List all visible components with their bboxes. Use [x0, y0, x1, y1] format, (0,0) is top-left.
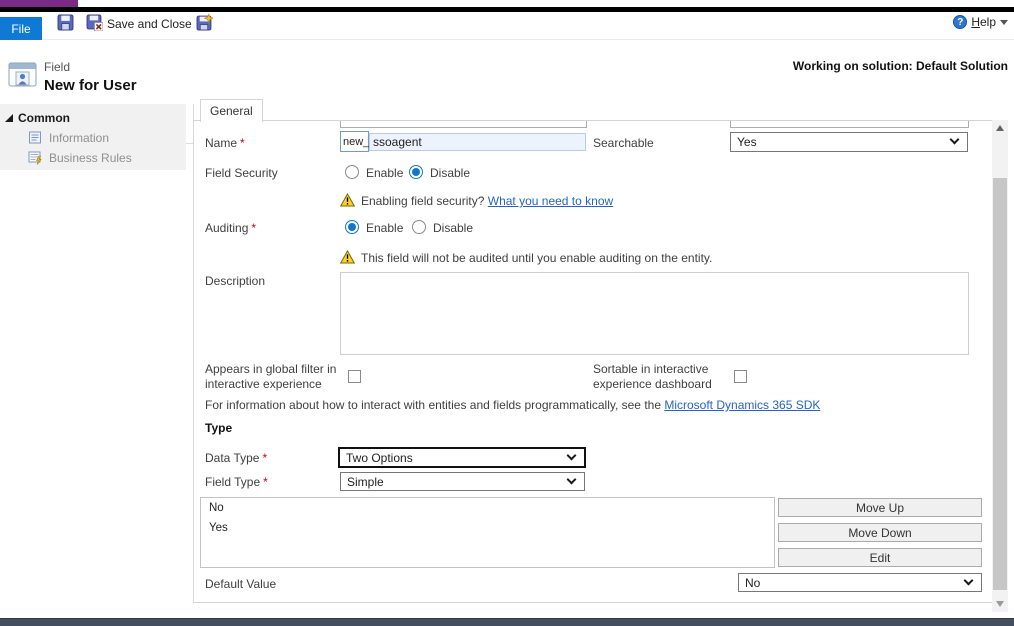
help-label: Help: [971, 15, 996, 29]
field-security-disable-label: Disable: [430, 166, 470, 180]
pane-bottom-border: [193, 602, 1008, 603]
chevron-down-icon: [950, 135, 960, 145]
warning-icon: [340, 250, 355, 264]
name-label: Name*: [205, 136, 245, 150]
sidebar-item-label: Business Rules: [49, 151, 132, 165]
scrollbar-thumb[interactable]: [993, 178, 1007, 590]
name-input[interactable]: [369, 133, 586, 151]
required-asterisk: *: [263, 475, 268, 489]
triangle-down-icon: [996, 601, 1004, 607]
vertical-scrollbar[interactable]: [992, 120, 1008, 612]
sidebar-item-information[interactable]: Information: [28, 130, 109, 145]
default-value-label: Default Value: [205, 577, 276, 591]
sortable-checkbox[interactable]: [734, 370, 747, 383]
save-and-new-icon[interactable]: [196, 14, 213, 31]
app-window: File Save and Close ? Help: [0, 0, 1014, 626]
pane-top-border: [193, 120, 992, 121]
save-and-close-icon[interactable]: [86, 14, 103, 31]
required-asterisk: *: [251, 221, 256, 235]
field-type-label: Field Type*: [205, 475, 268, 489]
global-filter-label: Appears in global filter in interactive …: [205, 362, 343, 392]
business-rules-icon: [28, 150, 43, 165]
auditing-enable-label: Enable: [366, 221, 403, 235]
page-title: New for User: [44, 77, 137, 94]
triangle-up-icon: [996, 125, 1004, 131]
name-prefix-box: new_: [340, 131, 369, 152]
page-header: Field New for User Working on solution: …: [0, 40, 1014, 103]
description-textarea[interactable]: [340, 272, 969, 355]
field-entity-icon: [8, 60, 38, 88]
auditing-disable-radio[interactable]: [412, 220, 426, 234]
information-icon: [28, 130, 43, 145]
auditing-disable-label: Disable: [433, 221, 473, 235]
help-menu[interactable]: ? Help: [953, 15, 1008, 29]
list-item[interactable]: No: [201, 498, 774, 518]
expanded-triangle-icon: [5, 114, 13, 122]
data-type-select[interactable]: Two Options: [338, 447, 586, 468]
required-asterisk: *: [262, 451, 267, 465]
ribbon-toolbar: File Save and Close ? Help: [0, 12, 1014, 40]
sidebar-section-label: Common: [18, 111, 70, 125]
searchable-select[interactable]: Yes: [730, 132, 968, 152]
edit-button[interactable]: Edit: [778, 548, 982, 567]
scrollbar-up-button[interactable]: [992, 120, 1008, 136]
searchable-label: Searchable: [593, 136, 654, 150]
data-type-label: Data Type*: [205, 451, 267, 465]
move-down-button[interactable]: Move Down: [778, 523, 982, 542]
sdk-info-text: For information about how to interact wi…: [205, 398, 820, 412]
field-type-select[interactable]: Simple: [340, 472, 585, 491]
chevron-down-icon: [1000, 20, 1008, 25]
save-icon[interactable]: [57, 14, 74, 31]
auditing-enable-radio[interactable]: [345, 220, 359, 234]
required-asterisk: *: [240, 136, 245, 150]
clipped-input[interactable]: [730, 120, 969, 128]
sortable-label: Sortable in interactive experience dashb…: [593, 362, 738, 392]
scrollbar-down-button[interactable]: [992, 596, 1008, 612]
field-security-enable-radio[interactable]: [345, 165, 359, 179]
warning-icon: [340, 193, 355, 207]
entity-type-label: Field: [44, 60, 70, 74]
chevron-down-icon: [964, 575, 974, 585]
sidebar-item-business-rules[interactable]: Business Rules: [28, 150, 132, 165]
tab-general[interactable]: General: [200, 99, 263, 122]
dynamics-sdk-link[interactable]: Microsoft Dynamics 365 SDK: [664, 398, 820, 412]
global-filter-checkbox[interactable]: [348, 370, 361, 383]
chevron-down-icon: [567, 450, 577, 460]
save-and-close-label[interactable]: Save and Close: [107, 17, 192, 31]
navigation-sidebar: Common Information Business Rules: [0, 104, 186, 170]
list-item[interactable]: Yes: [201, 518, 774, 538]
auditing-label: Auditing*: [205, 221, 256, 235]
browser-purple-strip: [0, 0, 78, 7]
field-security-label: Field Security: [205, 166, 278, 180]
help-icon: ?: [953, 15, 967, 29]
file-tab-button[interactable]: File: [0, 17, 42, 41]
field-security-enable-label: Enable: [366, 166, 403, 180]
what-you-need-to-know-link[interactable]: What you need to know: [488, 194, 613, 208]
status-bottom-bar: [0, 618, 1014, 626]
move-up-button[interactable]: Move Up: [778, 498, 982, 517]
options-listbox[interactable]: No Yes: [200, 497, 775, 568]
working-on-solution-label: Working on solution: Default Solution: [793, 59, 1008, 73]
default-value-select[interactable]: No: [738, 573, 982, 592]
description-label: Description: [205, 274, 265, 288]
type-section-heading: Type: [205, 421, 232, 435]
field-security-disable-radio[interactable]: [409, 165, 423, 179]
clipped-input[interactable]: [340, 120, 587, 128]
sidebar-divider: [193, 104, 194, 603]
sidebar-item-label: Information: [49, 131, 109, 145]
sidebar-section-common[interactable]: Common: [5, 111, 70, 125]
field-security-warning: Enabling field security? What you need t…: [340, 193, 613, 208]
auditing-warning: This field will not be audited until you…: [340, 250, 712, 265]
chevron-down-icon: [567, 474, 577, 484]
